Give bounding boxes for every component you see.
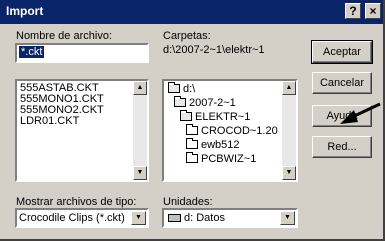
folder-label: ELEKTR~1 <box>195 111 251 123</box>
scroll-down-icon[interactable]: ▼ <box>282 166 296 180</box>
drive-select[interactable]: d: Datos ▼ <box>162 208 298 228</box>
filetype-value: Crocodile Clips (*.ckt) <box>19 212 125 224</box>
filename-label: Nombre de archivo: <box>16 30 112 42</box>
close-button[interactable]: × <box>365 3 381 19</box>
network-button[interactable]: Red... <box>312 136 372 158</box>
help-title-button[interactable]: ? <box>345 3 361 19</box>
cancel-button[interactable]: Cancelar <box>312 72 372 94</box>
accept-button[interactable]: Aceptar <box>311 40 373 64</box>
title-bar[interactable]: Import ? × <box>0 0 383 24</box>
window-title: Import <box>6 4 44 18</box>
file-list[interactable]: 555ASTAB.CKT 555MONO1.CKT 555MONO2.CKT L… <box>15 79 149 182</box>
filetype-label: Mostrar archivos de tipo: <box>16 196 137 208</box>
folder-tree-scrollbar[interactable]: ▲ ▼ <box>282 81 296 180</box>
folder-item[interactable]: ewb512 <box>186 138 240 151</box>
folder-tree[interactable]: d:\ 2007-2~1 ELEKTR~1 CROCOD~1.20 ewb512… <box>162 79 298 182</box>
folder-open-icon <box>168 82 180 93</box>
scroll-up-icon[interactable]: ▲ <box>282 81 296 95</box>
drive-icon <box>168 214 181 222</box>
folder-item[interactable]: d:\ <box>168 82 196 95</box>
folder-item[interactable]: PCBWIZ~1 <box>186 152 257 165</box>
folder-icon <box>186 152 198 163</box>
import-dialog: Import ? × Nombre de archivo: *.ckt 555A… <box>0 0 385 241</box>
chevron-down-icon[interactable]: ▼ <box>280 211 295 225</box>
scroll-down-icon[interactable]: ▼ <box>133 166 147 180</box>
folder-label: PCBWIZ~1 <box>201 153 257 165</box>
folder-icon <box>186 138 198 149</box>
folder-label: ewb512 <box>201 139 240 151</box>
list-item[interactable]: LDR01.CKT <box>20 116 79 127</box>
filetype-select[interactable]: Crocodile Clips (*.ckt) ▼ <box>15 208 149 228</box>
folder-label: 2007-2~1 <box>189 97 236 109</box>
folder-item[interactable]: ELEKTR~1 <box>180 110 251 123</box>
file-list-scrollbar[interactable]: ▲ ▼ <box>133 81 147 180</box>
drive-value: d: Datos <box>184 212 225 224</box>
folder-item[interactable]: 2007-2~1 <box>174 96 236 109</box>
folder-open-icon <box>180 110 192 121</box>
folder-label: CROCOD~1.20 <box>201 125 278 137</box>
folder-open-icon <box>174 96 186 107</box>
folder-item[interactable]: CROCOD~1.20 <box>186 124 278 137</box>
scroll-up-icon[interactable]: ▲ <box>133 81 147 95</box>
pointer-arrow-icon <box>340 102 381 124</box>
folder-icon <box>186 124 198 135</box>
filename-value: *.ckt <box>19 46 45 58</box>
chevron-down-icon[interactable]: ▼ <box>131 211 146 225</box>
drive-item: d: Datos <box>168 212 225 224</box>
folders-label: Carpetas: <box>163 30 211 42</box>
filename-input[interactable]: *.ckt <box>15 43 149 63</box>
current-path: d:\2007-2~1\elektr~1 <box>163 44 265 56</box>
drives-label: Unidades: <box>163 196 213 208</box>
folder-label: d:\ <box>183 83 196 95</box>
